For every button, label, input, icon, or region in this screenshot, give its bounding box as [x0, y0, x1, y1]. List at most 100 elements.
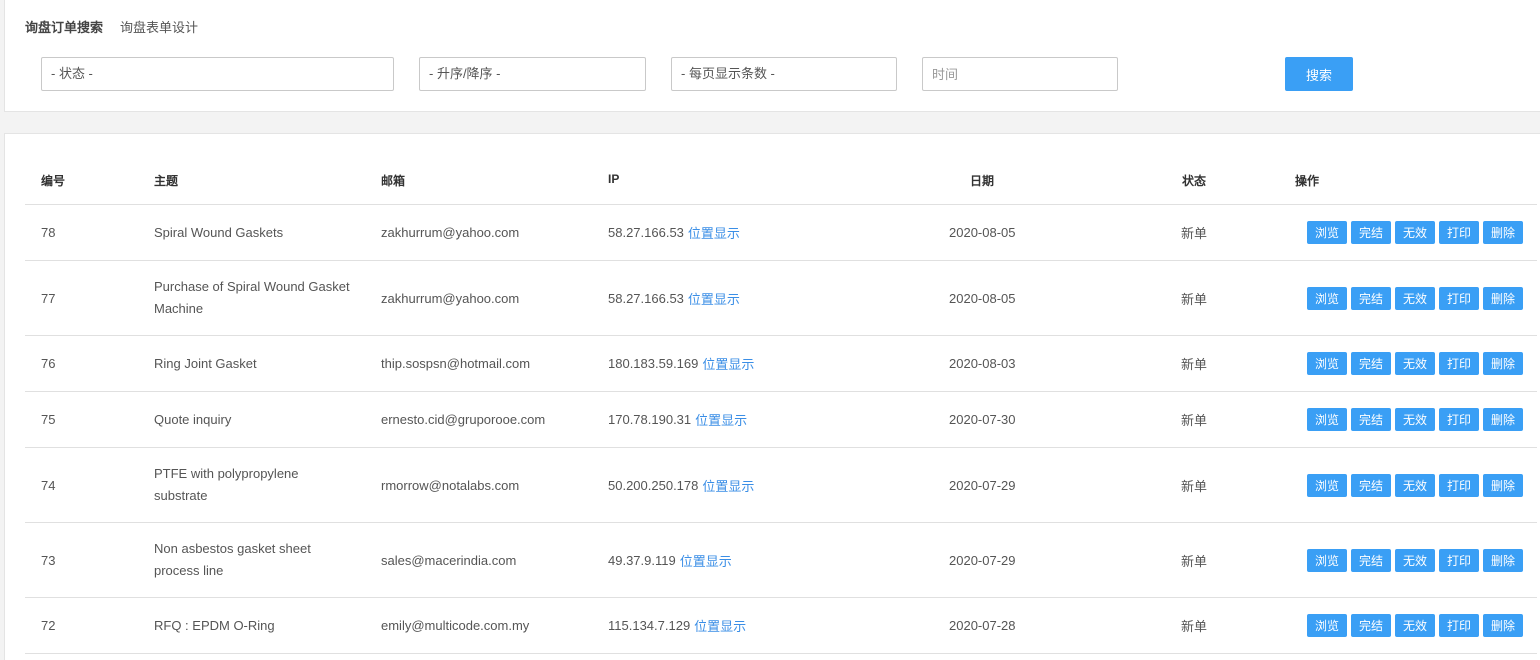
row-email: zakhurrum@yahoo.com	[381, 290, 520, 306]
row-ip-cell: 170.78.190.31 位置显示	[608, 392, 747, 447]
per-page-select[interactable]: - 每页显示条数 -	[671, 57, 897, 91]
row-date: 2020-08-05	[949, 225, 1016, 240]
row-date: 2020-07-29	[949, 477, 1016, 493]
complete-button[interactable]: 完结	[1351, 473, 1391, 497]
row-id: 75	[41, 412, 56, 427]
row-id: 73	[41, 552, 56, 568]
complete-button[interactable]: 完结	[1351, 614, 1391, 637]
invalid-button[interactable]: 无效	[1395, 473, 1435, 497]
row-actions: 浏览 完结 无效 打印 删除	[1307, 336, 1523, 391]
row-email: emily@multicode.com.my	[381, 618, 530, 633]
complete-button[interactable]: 完结	[1351, 408, 1391, 431]
row-ip: 50.200.250.178	[608, 477, 699, 493]
delete-button[interactable]: 删除	[1483, 286, 1523, 310]
row-actions: 浏览 完结 无效 打印 删除	[1307, 205, 1523, 260]
print-button[interactable]: 打印	[1439, 408, 1479, 431]
tabs: 询盘订单搜索 询盘表单设计	[25, 17, 198, 36]
order-select[interactable]: - 升序/降序 -	[419, 57, 646, 91]
location-link[interactable]: 位置显示	[688, 223, 740, 242]
row-subject: Purchase of Spiral Wound Gasket Machine	[154, 279, 350, 316]
invalid-button[interactable]: 无效	[1395, 286, 1435, 310]
location-link[interactable]: 位置显示	[702, 476, 754, 495]
invalid-button[interactable]: 无效	[1395, 221, 1435, 244]
row-subject: Ring Joint Gasket	[154, 355, 257, 371]
view-button[interactable]: 浏览	[1307, 352, 1347, 375]
invalid-button[interactable]: 无效	[1395, 408, 1435, 431]
row-ip-cell: 58.27.166.53 位置显示	[608, 205, 740, 260]
row-status: 新单	[1181, 553, 1208, 569]
tab-inquiry-form-design[interactable]: 询盘表单设计	[120, 17, 198, 36]
table-row: 75 Quote inquiry ernesto.cid@gruporooe.com…	[25, 392, 1537, 448]
print-button[interactable]: 打印	[1439, 548, 1479, 572]
print-button[interactable]: 打印	[1439, 286, 1479, 310]
view-button[interactable]: 浏览	[1307, 408, 1347, 431]
invalid-button[interactable]: 无效	[1395, 548, 1435, 572]
row-status: 新单	[1181, 291, 1208, 307]
search-panel: 询盘订单搜索 询盘表单设计 - 状态 - - 升序/降序 - - 每页显示条数 …	[4, 0, 1540, 112]
status-select[interactable]: - 状态 -	[41, 57, 394, 91]
row-ip: 170.78.190.31	[608, 412, 692, 427]
row-subject: Non asbestos gasket sheet process line	[154, 541, 311, 578]
print-button[interactable]: 打印	[1439, 221, 1479, 244]
search-button[interactable]: 搜索	[1285, 57, 1353, 91]
row-email: ernesto.cid@gruporooe.com	[381, 412, 546, 427]
table-header: 编号 主题 邮箱 IP 日期 状态 操作	[25, 134, 1537, 205]
complete-button[interactable]: 完结	[1351, 221, 1391, 244]
col-date: 日期	[970, 174, 995, 188]
row-id: 74	[41, 477, 56, 493]
row-id: 72	[41, 618, 56, 633]
table-row: 74 PTFE with polypropylene substrate rmorr…	[25, 448, 1537, 523]
table-row: 77 Purchase of Spiral Wound Gasket Machin…	[25, 261, 1537, 336]
print-button[interactable]: 打印	[1439, 614, 1479, 637]
delete-button[interactable]: 删除	[1483, 408, 1523, 431]
row-email: sales@macerindia.com	[381, 552, 517, 568]
row-ip-cell: 180.183.59.169 位置显示	[608, 336, 754, 391]
table-row: 76 Ring Joint Gasket thip.sospsn@hotmail.c…	[25, 336, 1537, 392]
location-link[interactable]: 位置显示	[702, 354, 754, 373]
row-subject: RFQ : EPDM O-Ring	[154, 617, 275, 633]
delete-button[interactable]: 删除	[1483, 614, 1523, 637]
row-ip: 180.183.59.169	[608, 356, 699, 371]
row-date: 2020-07-28	[949, 618, 1016, 633]
col-actions: 操作	[1295, 174, 1320, 188]
delete-button[interactable]: 删除	[1483, 473, 1523, 497]
row-ip: 49.37.9.119	[608, 552, 676, 568]
delete-button[interactable]: 删除	[1483, 221, 1523, 244]
col-id: 编号	[41, 174, 66, 188]
row-status: 新单	[1181, 619, 1208, 634]
invalid-button[interactable]: 无效	[1395, 352, 1435, 375]
delete-button[interactable]: 删除	[1483, 352, 1523, 375]
location-link[interactable]: 位置显示	[688, 289, 740, 308]
location-link[interactable]: 位置显示	[694, 616, 746, 635]
row-ip-cell: 115.134.7.129 位置显示	[608, 598, 746, 653]
row-email: rmorrow@notalabs.com	[381, 477, 520, 493]
row-subject: Quote inquiry	[154, 411, 232, 427]
complete-button[interactable]: 完结	[1351, 352, 1391, 375]
view-button[interactable]: 浏览	[1307, 473, 1347, 497]
location-link[interactable]: 位置显示	[680, 551, 732, 570]
complete-button[interactable]: 完结	[1351, 548, 1391, 572]
row-date: 2020-08-05	[949, 290, 1016, 306]
view-button[interactable]: 浏览	[1307, 614, 1347, 637]
invalid-button[interactable]: 无效	[1395, 614, 1435, 637]
row-actions: 浏览 完结 无效 打印 删除	[1307, 261, 1523, 335]
row-date: 2020-07-30	[949, 412, 1016, 427]
table-row: 73 Non asbestos gasket sheet process line…	[25, 523, 1537, 598]
table-body: 78 Spiral Wound Gaskets zakhurrum@yahoo.co…	[25, 205, 1537, 654]
row-id: 77	[41, 290, 56, 306]
complete-button[interactable]: 完结	[1351, 286, 1391, 310]
location-link[interactable]: 位置显示	[695, 410, 747, 429]
view-button[interactable]: 浏览	[1307, 221, 1347, 244]
row-subject: Spiral Wound Gaskets	[154, 224, 284, 240]
print-button[interactable]: 打印	[1439, 473, 1479, 497]
row-status: 新单	[1181, 226, 1208, 241]
tab-inquiry-search[interactable]: 询盘订单搜索	[25, 17, 103, 36]
time-input[interactable]	[922, 57, 1118, 91]
table-panel: 编号 主题 邮箱 IP 日期 状态 操作 78 Spiral Wound Gask…	[4, 133, 1540, 660]
view-button[interactable]: 浏览	[1307, 548, 1347, 572]
view-button[interactable]: 浏览	[1307, 286, 1347, 310]
row-ip: 58.27.166.53	[608, 225, 684, 240]
delete-button[interactable]: 删除	[1483, 548, 1523, 572]
print-button[interactable]: 打印	[1439, 352, 1479, 375]
row-actions: 浏览 完结 无效 打印 删除	[1307, 448, 1523, 522]
